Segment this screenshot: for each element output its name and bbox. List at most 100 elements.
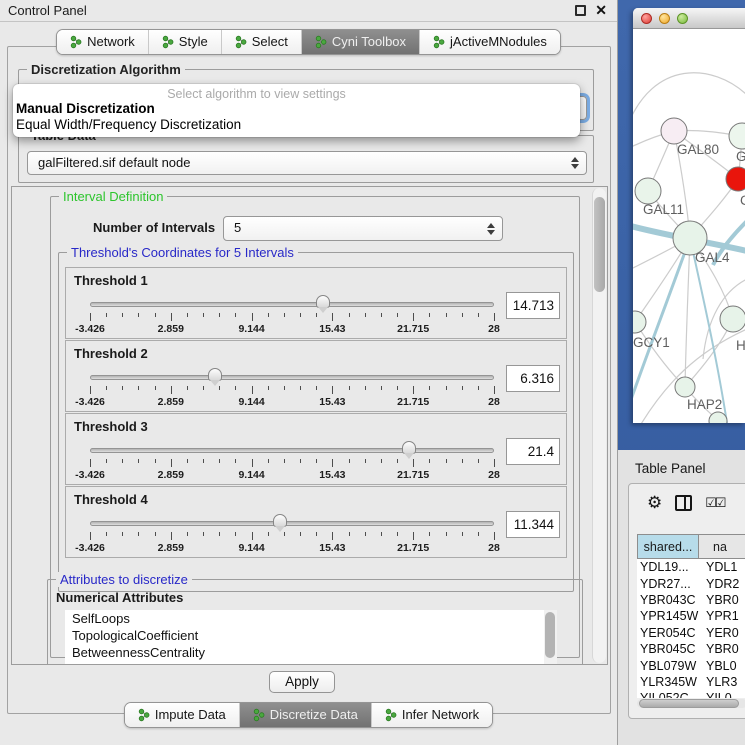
threshold-value-input[interactable] — [506, 292, 560, 319]
network-node[interactable] — [726, 167, 745, 191]
table-row[interactable]: YIL052C YIL0 — [637, 690, 745, 698]
horizontal-scrollbar[interactable] — [637, 699, 745, 708]
algorithm-popup-placeholder[interactable]: Select algorithm to view settings — [13, 84, 580, 101]
table-body: YDL19... YDL1 YDR27... YDR2 YBR043C YBR0… — [637, 559, 745, 698]
attribute-list-item[interactable]: BetweennessCentrality — [65, 644, 557, 661]
network-icon — [162, 35, 174, 49]
slider-scale: -3.4262.8599.14415.4321.71528 — [90, 542, 494, 555]
algorithm-option[interactable]: Manual Discretization — [13, 101, 580, 117]
number-of-intervals-combobox[interactable]: 5 — [223, 216, 503, 241]
cyni-toolbox-panel: Discretization Algorithm Select algorith… — [7, 46, 611, 714]
tab-select[interactable]: Select — [221, 30, 301, 54]
table-data-combobox[interactable]: galFiltered.sif default node — [27, 151, 587, 175]
slider-ticks — [90, 312, 494, 321]
slider-scale: -3.4262.8599.14415.4321.71528 — [90, 323, 494, 336]
table-header: shared... na — [637, 534, 745, 559]
table-row[interactable]: YER054C YER0 — [637, 625, 745, 641]
network-node[interactable] — [633, 311, 646, 333]
checkbox-icons[interactable]: ☑☑ — [705, 495, 724, 511]
attributes-group: Attributes to discretize Numerical Attri… — [47, 579, 583, 665]
gear-icon[interactable]: ⚙ — [647, 494, 662, 512]
table-row[interactable]: YBL079W YBL0 — [637, 657, 745, 673]
slider-track[interactable] — [90, 521, 494, 526]
network-node[interactable] — [729, 123, 745, 149]
threshold-slider[interactable]: -3.4262.8599.14415.4321.71528 — [90, 438, 494, 484]
tab-infer-network[interactable]: Infer Network — [371, 703, 492, 727]
table-row[interactable]: YDL19... YDL1 — [637, 559, 745, 575]
table-row[interactable]: YLR345W YLR3 — [637, 674, 745, 690]
minimize-traffic-light-icon[interactable] — [659, 13, 670, 24]
network-edge[interactable] — [685, 238, 690, 387]
network-icon — [385, 708, 397, 722]
tab-impute-data[interactable]: Impute Data — [125, 703, 239, 727]
node-label: GA — [736, 149, 745, 164]
attribute-list-item[interactable]: TopologicalCoefficient — [65, 627, 557, 644]
apply-button[interactable]: Apply — [269, 671, 335, 693]
algorithm-dropdown-popup: Select algorithm to view settings Manual… — [13, 84, 580, 137]
tab-network[interactable]: Network — [57, 30, 148, 54]
bottom-tab-bar: Impute Data Discretize Data Infer Networ… — [124, 702, 493, 728]
table-row[interactable]: YBR045C YBR0 — [637, 641, 745, 657]
slider-handle[interactable] — [402, 441, 416, 454]
panel-scrollbar-thumb[interactable] — [594, 197, 605, 292]
float-window-icon[interactable] — [575, 5, 586, 16]
node-table: shared... na YDL19... YDL1 YDR27... YDR2… — [637, 534, 745, 698]
threshold-value-input[interactable] — [506, 511, 560, 538]
horizontal-scrollbar-thumb[interactable] — [639, 699, 739, 708]
number-of-intervals-value: 5 — [234, 220, 241, 235]
threshold-slider[interactable]: -3.4262.8599.14415.4321.71528 — [90, 365, 494, 411]
threshold-value-input[interactable] — [506, 365, 560, 392]
close-traffic-light-icon[interactable] — [641, 13, 652, 24]
table-row[interactable]: YPR145W YPR1 — [637, 608, 745, 624]
numerical-attributes-list: SelfLoops TopologicalCoefficient Between… — [65, 610, 557, 665]
network-edge[interactable] — [633, 73, 745, 127]
columns-icon[interactable] — [675, 495, 692, 511]
tab-jactivemnodules[interactable]: jActiveMNodules — [419, 30, 560, 54]
slider-handle[interactable] — [316, 295, 330, 308]
control-panel-title: Control Panel — [8, 3, 87, 18]
threshold-label: Threshold 1 — [74, 273, 148, 288]
combo-arrows-icon — [571, 157, 579, 169]
network-canvas[interactable]: GAL80GACGAL11GAL4GCY1HHAP2 — [633, 29, 745, 423]
threshold-panels: Threshold 1 -3.4262.8599.14415.4321.7152… — [59, 267, 573, 558]
table-row[interactable]: YDR27... YDR2 — [637, 575, 745, 591]
network-window-titlebar[interactable] — [633, 8, 745, 29]
slider-ticks — [90, 385, 494, 394]
threshold-panel: Threshold 4 -3.4262.8599.14415.4321.7152… — [65, 486, 567, 558]
column-header-name[interactable]: na — [699, 534, 745, 559]
list-scrollbar[interactable] — [544, 610, 557, 665]
control-panel-titlebar[interactable]: Control Panel ✕ — [0, 0, 617, 22]
threshold-slider[interactable]: -3.4262.8599.14415.4321.71528 — [90, 511, 494, 557]
list-scrollbar-thumb[interactable] — [545, 612, 555, 658]
slider-track[interactable] — [90, 375, 494, 380]
threshold-slider[interactable]: -3.4262.8599.14415.4321.71528 — [90, 292, 494, 338]
threshold-value-input[interactable] — [506, 438, 560, 465]
network-node[interactable] — [720, 306, 745, 332]
slider-scale: -3.4262.8599.14415.4321.71528 — [90, 396, 494, 409]
slider-scale: -3.4262.8599.14415.4321.71528 — [90, 469, 494, 482]
tab-discretize-data[interactable]: Discretize Data — [239, 703, 371, 727]
slider-handle[interactable] — [273, 514, 287, 527]
slider-track[interactable] — [90, 302, 494, 307]
network-view-window: GAL80GACGAL11GAL4GCY1HHAP2 — [633, 8, 745, 423]
number-of-intervals-label: Number of Intervals — [93, 220, 215, 235]
column-header-shared-name[interactable]: shared... — [637, 534, 699, 559]
network-node[interactable] — [661, 118, 687, 144]
zoom-traffic-light-icon[interactable] — [677, 13, 688, 24]
tab-style[interactable]: Style — [148, 30, 221, 54]
slider-handle[interactable] — [208, 368, 222, 381]
close-icon[interactable]: ✕ — [595, 4, 607, 16]
network-node[interactable] — [635, 178, 661, 204]
network-node[interactable] — [709, 412, 727, 423]
table-panel: ⚙ ☑☑ shared... na YDL19... YDL1 YDR27...… — [628, 483, 745, 719]
algorithm-option[interactable]: Equal Width/Frequency Discretization — [13, 117, 580, 133]
slider-track[interactable] — [90, 448, 494, 453]
node-label: GAL80 — [677, 142, 719, 157]
tab-cyni-toolbox[interactable]: Cyni Toolbox — [301, 30, 419, 54]
threshold-label: Threshold 2 — [74, 346, 148, 361]
network-node[interactable] — [675, 377, 695, 397]
attribute-list-item[interactable]: SelfLoops — [65, 610, 557, 627]
table-data-group: Table Data galFiltered.sif default node — [18, 135, 594, 183]
panel-scrollbar[interactable] — [592, 188, 606, 663]
table-row[interactable]: YBR043C YBR0 — [637, 592, 745, 608]
